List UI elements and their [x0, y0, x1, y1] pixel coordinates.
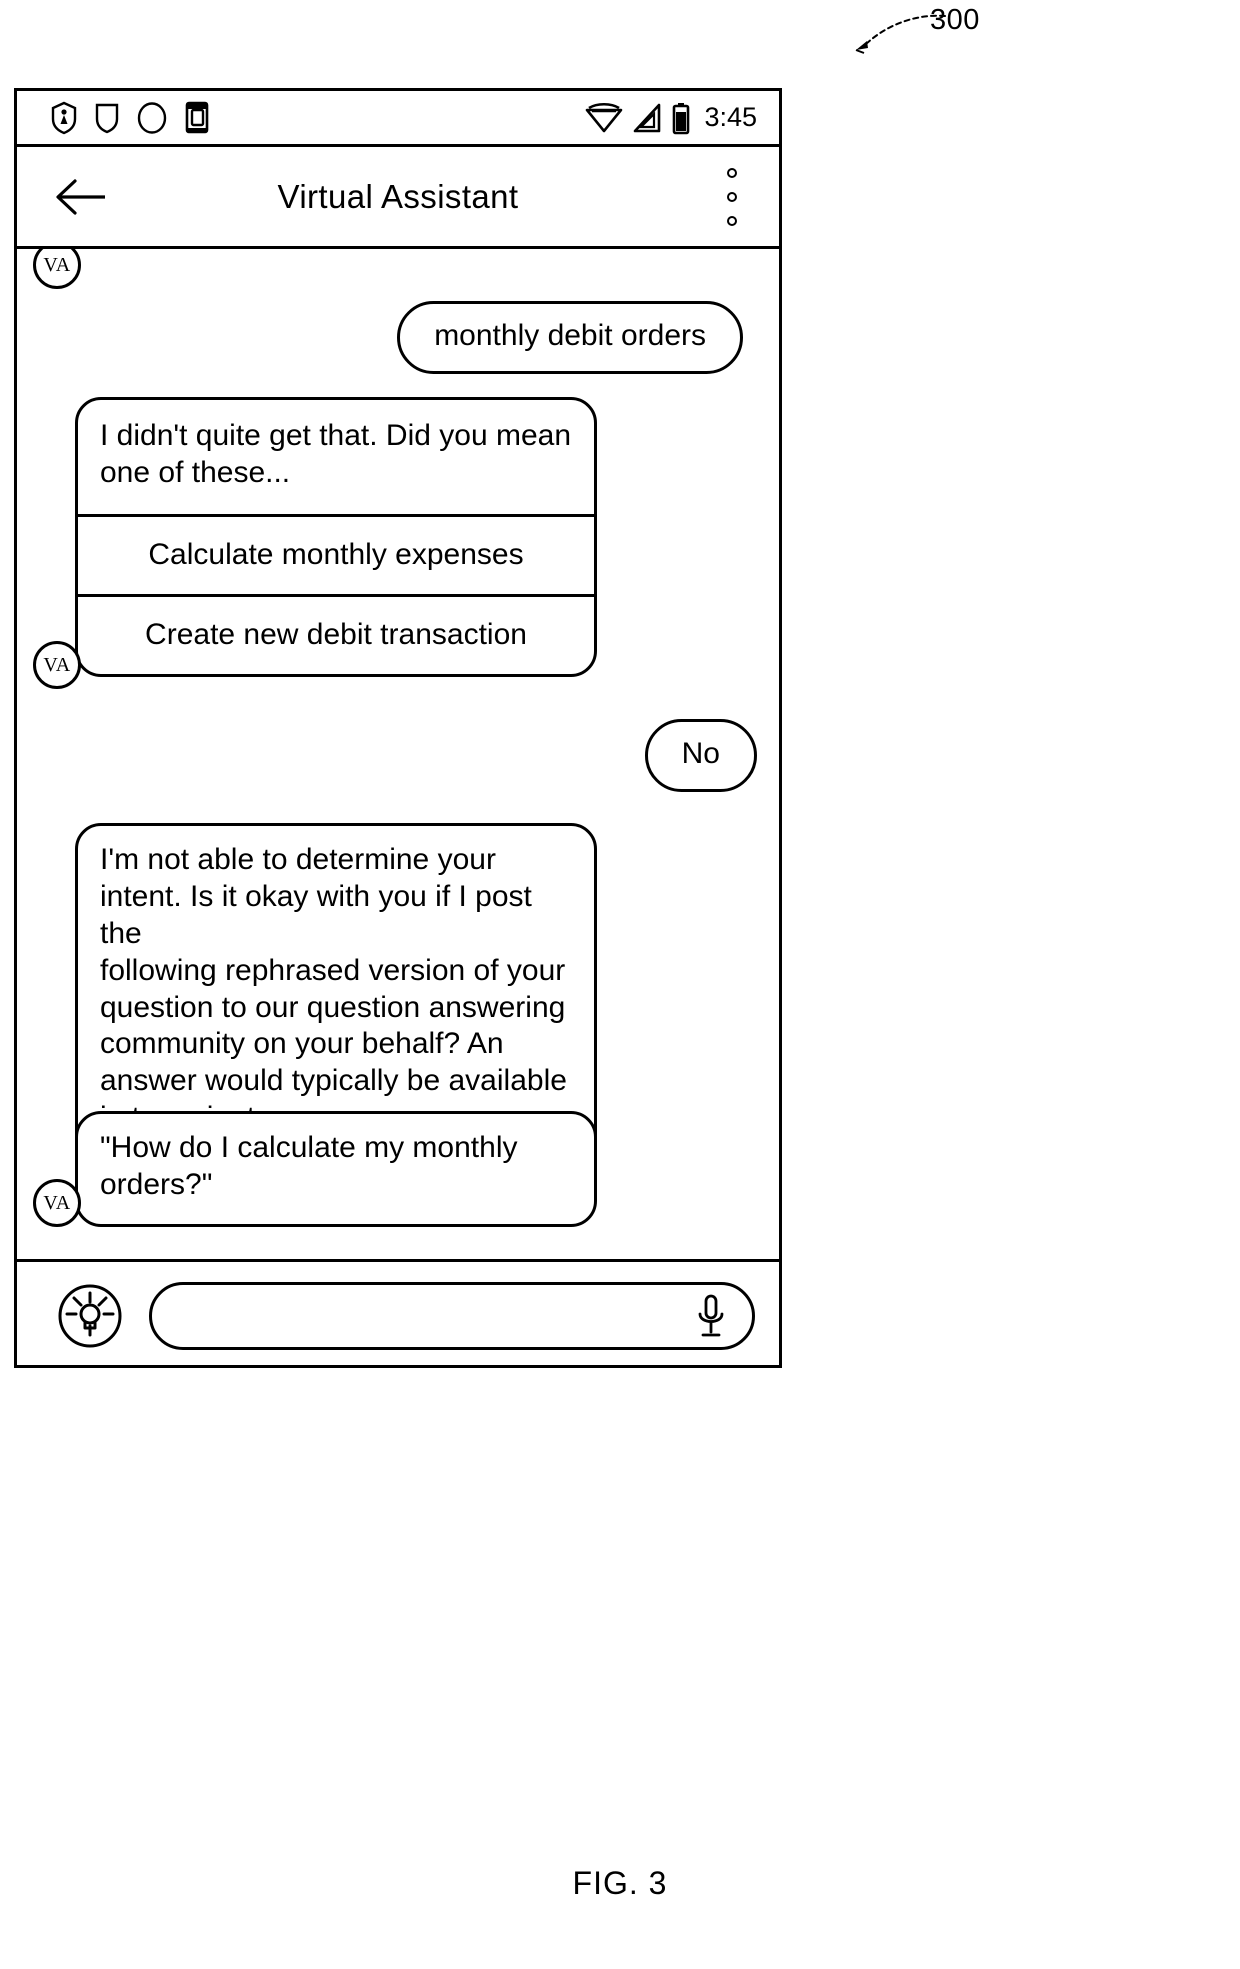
- message-text-line: following rephrased version of your: [100, 953, 566, 987]
- download-badge-icon: [95, 103, 119, 133]
- message-text: monthly debit orders: [434, 319, 706, 352]
- message-text-line: one of these...: [100, 455, 291, 489]
- assistant-message-bubble: I'm not able to determine your intent. I…: [75, 823, 597, 1161]
- app-bar: Virtual Assistant: [17, 147, 779, 249]
- assistant-suggestion-bubble: I didn't quite get that. Did you mean on…: [75, 397, 597, 677]
- suggestion-button[interactable]: [57, 1283, 123, 1349]
- message-text-line: orders?": [100, 1167, 213, 1201]
- reference-numeral-300: 300: [930, 4, 980, 36]
- overflow-menu-button[interactable]: [725, 167, 739, 226]
- cellular-signal-icon: [634, 103, 661, 132]
- lightbulb-icon: [58, 1284, 122, 1347]
- microphone-button[interactable]: [696, 1293, 726, 1339]
- message-text-line: community on your behalf? An: [100, 1027, 504, 1061]
- overflow-dot: [727, 167, 737, 178]
- circle-status-icon: [137, 101, 167, 134]
- figure-caption: FIG. 3: [572, 1865, 668, 1901]
- message-text-line: question to our question answering: [100, 990, 566, 1024]
- message-text-block: I didn't quite get that. Did you mean on…: [78, 400, 594, 514]
- suggestion-option-calculate-monthly-expenses[interactable]: Calculate monthly expenses: [78, 513, 594, 594]
- overflow-dot: [727, 191, 737, 202]
- suggestion-option-create-new-debit-transaction[interactable]: Create new debit transaction: [78, 593, 594, 674]
- overflow-dot: [727, 215, 737, 226]
- message-text-line: I'm not able to determine your: [100, 843, 496, 876]
- avatar: VA: [33, 641, 81, 689]
- user-message-bubble: monthly debit orders: [397, 301, 743, 374]
- microphone-icon: [698, 1294, 724, 1336]
- battery-icon: [673, 102, 690, 134]
- phone-device-frame: 3:45 Virtual Assistant VA VA VA monthly …: [14, 88, 782, 1368]
- message-input[interactable]: [149, 1281, 755, 1350]
- sim-card-icon: [185, 101, 209, 134]
- status-bar-left-icons: [51, 91, 209, 144]
- message-text-line: I didn't quite get that. Did you mean: [100, 419, 572, 452]
- status-bar-clock: 3:45: [704, 102, 757, 132]
- message-text-line: answer would typically be available: [100, 1064, 567, 1098]
- conversation-thread[interactable]: VA VA VA monthly debit orders I didn't q…: [17, 249, 779, 1259]
- message-text-line: intent. Is it okay with you if I post th…: [100, 879, 532, 950]
- wifi-icon: [586, 102, 623, 132]
- shield-notification-icon: [51, 101, 77, 134]
- message-text-line: "How do I calculate my monthly: [100, 1131, 518, 1164]
- assistant-rephrased-question-bubble: "How do I calculate my monthly orders?": [75, 1111, 597, 1227]
- message-composer-bar: [17, 1259, 779, 1369]
- status-bar: 3:45: [17, 91, 779, 147]
- avatar: VA: [33, 249, 81, 289]
- message-text: No: [681, 737, 720, 770]
- status-bar-right-icons: 3:45: [585, 91, 757, 144]
- page-title: Virtual Assistant: [277, 177, 519, 215]
- avatar: VA: [33, 1179, 81, 1227]
- user-message-bubble: No: [644, 719, 757, 792]
